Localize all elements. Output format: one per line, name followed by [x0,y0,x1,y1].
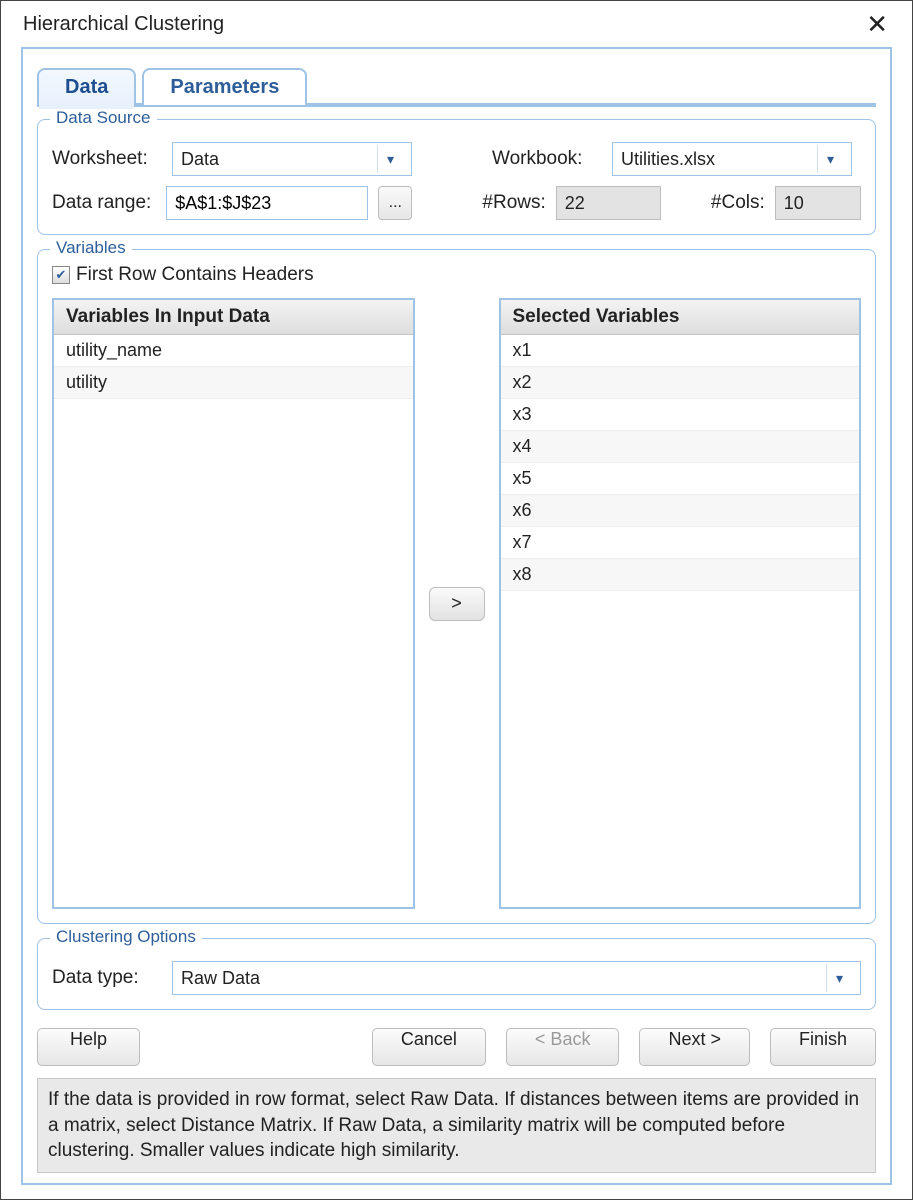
label-data-type: Data type: [52,967,162,989]
legend-variables: Variables [50,238,132,258]
label-cols: #Cols: [711,192,765,214]
window-title: Hierarchical Clustering [23,13,224,36]
tab-parameters[interactable]: Parameters [142,68,307,105]
back-button[interactable]: < Back [506,1028,620,1066]
listbox-selected-vars[interactable]: Selected Variables x1x2x3x4x5x6x7x8 [499,298,862,909]
legend-clustering-options: Clustering Options [50,927,202,947]
combo-worksheet[interactable]: Data ▾ [172,142,412,176]
listbox-selected-items: x1x2x3x4x5x6x7x8 [501,335,860,907]
list-item[interactable]: x5 [501,463,860,495]
listbox-input-vars[interactable]: Variables In Input Data utility_nameutil… [52,298,415,909]
list-item[interactable]: x1 [501,335,860,367]
titlebar: Hierarchical Clustering ✕ [1,1,912,47]
next-button[interactable]: Next > [639,1028,750,1066]
button-row: Help Cancel < Back Next > Finish [37,1028,876,1066]
label-first-row-headers: First Row Contains Headers [76,264,314,286]
label-worksheet: Worksheet: [52,148,162,170]
combo-data-type-value: Raw Data [181,968,260,989]
list-item[interactable]: x2 [501,367,860,399]
finish-button[interactable]: Finish [770,1028,876,1066]
input-data-range[interactable] [166,186,368,220]
group-variables: Variables ✔ First Row Contains Headers V… [37,249,876,924]
group-clustering-options: Clustering Options Data type: Raw Data ▾ [37,938,876,1010]
list-item[interactable]: utility [54,367,413,399]
chevron-down-icon: ▾ [377,145,403,173]
label-workbook: Workbook: [492,148,602,170]
cancel-button[interactable]: Cancel [372,1028,486,1066]
hint-text: If the data is provided in row format, s… [37,1078,876,1173]
mover-column: > [427,298,487,909]
checkbox-first-row-headers[interactable]: ✔ [52,266,70,284]
list-item[interactable]: x6 [501,495,860,527]
listbox-input-header: Variables In Input Data [54,300,413,335]
browse-range-button[interactable]: ... [378,186,412,220]
readonly-rows: 22 [556,186,661,220]
label-rows: #Rows: [482,192,545,214]
list-item[interactable]: x7 [501,527,860,559]
help-button[interactable]: Help [37,1028,140,1066]
tab-data[interactable]: Data [37,68,136,105]
list-item[interactable]: x8 [501,559,860,591]
label-data-range: Data range: [52,192,156,214]
listbox-input-items: utility_nameutility [54,335,413,907]
listbox-selected-header: Selected Variables [501,300,860,335]
combo-worksheet-value: Data [181,149,219,170]
list-item[interactable]: utility_name [54,335,413,367]
combo-workbook[interactable]: Utilities.xlsx ▾ [612,142,852,176]
chevron-down-icon: ▾ [826,964,852,992]
combo-workbook-value: Utilities.xlsx [621,149,715,170]
group-data-source: Data Source Worksheet: Data ▾ Workbook: … [37,119,876,235]
list-item[interactable]: x4 [501,431,860,463]
chevron-down-icon: ▾ [817,145,843,173]
close-icon[interactable]: ✕ [856,3,898,45]
list-item[interactable]: x3 [501,399,860,431]
client-area: Data Parameters Data Source Worksheet: D… [21,47,892,1185]
move-right-button[interactable]: > [429,587,485,621]
tabs: Data Parameters [37,61,876,105]
readonly-cols: 10 [775,186,861,220]
legend-data-source: Data Source [50,108,157,128]
combo-data-type[interactable]: Raw Data ▾ [172,961,861,995]
